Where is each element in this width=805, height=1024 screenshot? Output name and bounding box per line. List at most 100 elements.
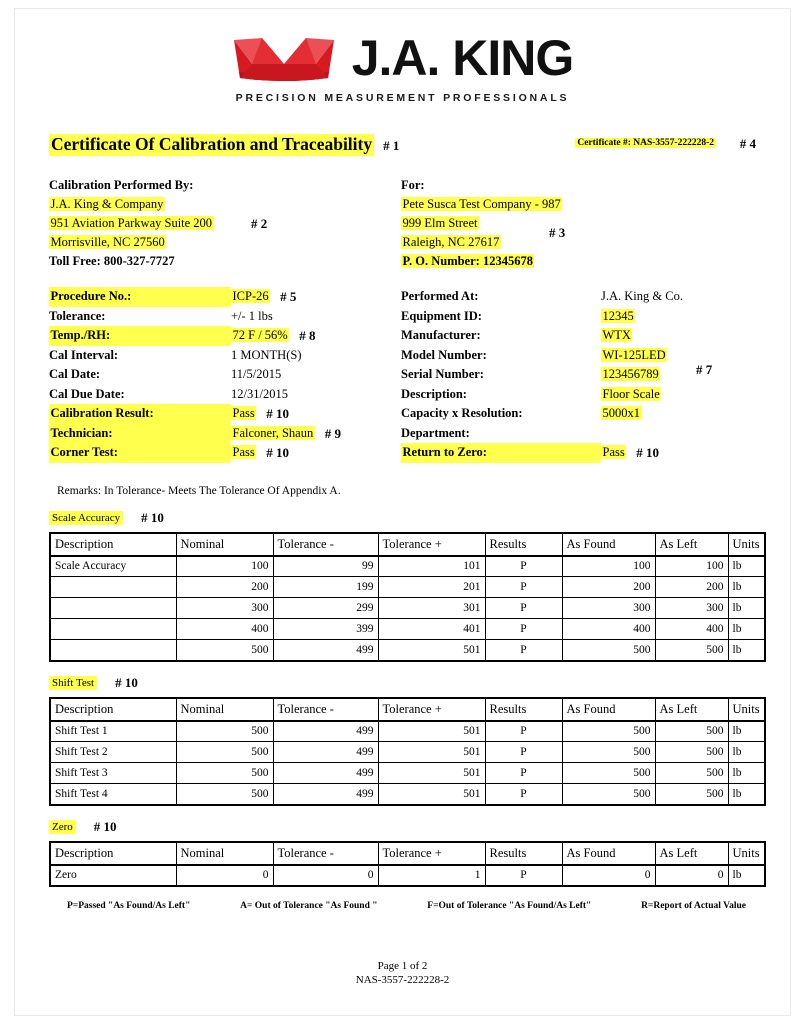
table-cell: P bbox=[484, 618, 563, 640]
column-header: Tolerance - bbox=[272, 532, 379, 557]
results-table: Description Nominal Tolerance - Tolerance +… bbox=[49, 696, 766, 806]
detail-row: Procedure No.: ICP-26 # 5 bbox=[49, 287, 401, 307]
table-cell: 501 bbox=[377, 741, 486, 763]
detail-value: 72 F / 56% bbox=[231, 328, 290, 342]
table-cell bbox=[49, 576, 177, 598]
table-cell: 400 bbox=[175, 618, 274, 640]
detail-label: Corner Test: bbox=[49, 443, 231, 463]
table-cell: lb bbox=[727, 720, 766, 742]
detail-row: Cal Due Date: 12/31/2015 bbox=[49, 385, 401, 405]
column-header: Nominal bbox=[175, 697, 274, 722]
annotation-marker: # 10 bbox=[636, 445, 659, 460]
section-heading: Shift Test # 10 bbox=[49, 675, 756, 691]
table-row: 400 399 401 P 400 400 lb bbox=[49, 618, 766, 640]
table-cell: 501 bbox=[377, 639, 486, 661]
results-legend: P=Passed "As Found/As Left" A= Out of Tol… bbox=[49, 901, 756, 911]
table-cell: 100 bbox=[561, 555, 656, 577]
table-cell: 500 bbox=[175, 741, 274, 763]
table-cell: lb bbox=[727, 762, 766, 784]
detail-label: Manufacturer: bbox=[401, 328, 481, 342]
detail-value: Pass bbox=[231, 406, 257, 420]
table-cell: P bbox=[484, 576, 563, 598]
column-header: Nominal bbox=[175, 841, 274, 866]
detail-value: 1 MONTH(S) bbox=[231, 347, 302, 362]
table-row: Shift Test 4 500 499 501 P 500 500 lb bbox=[49, 783, 766, 805]
detail-label: Temp./RH: bbox=[49, 326, 231, 346]
table-header-row: Description Nominal Tolerance - Tolerance +… bbox=[49, 532, 766, 557]
section-heading: Scale Accuracy # 10 bbox=[49, 510, 756, 526]
column-header: As Left bbox=[654, 841, 729, 866]
table-header-row: Description Nominal Tolerance - Tolerance +… bbox=[49, 841, 766, 866]
column-header: Results bbox=[484, 532, 563, 557]
table-cell: 500 bbox=[175, 783, 274, 805]
crown-icon bbox=[232, 34, 336, 82]
table-cell: lb bbox=[727, 597, 766, 619]
detail-label: Model Number: bbox=[401, 347, 487, 362]
performed-by-street: 951 Aviation Parkway Suite 200 bbox=[49, 216, 214, 230]
column-header: Nominal bbox=[175, 532, 274, 557]
table-cell: lb bbox=[727, 618, 766, 640]
annotation-marker: # 9 bbox=[324, 425, 341, 441]
table-cell: 300 bbox=[175, 597, 274, 619]
detail-row: Capacity x Resolution: 5000x1 bbox=[401, 404, 756, 424]
legend-item: A= Out of Tolerance "As Found " bbox=[240, 900, 378, 911]
annotation-marker-7: # 7 bbox=[696, 362, 713, 377]
performed-by-heading: Calibration Performed By: bbox=[49, 178, 194, 192]
table-cell: 500 bbox=[175, 720, 274, 742]
table-row: Shift Test 2 500 499 501 P 500 500 lb bbox=[49, 741, 766, 763]
column-header: As Left bbox=[654, 532, 729, 557]
table-cell: 299 bbox=[272, 597, 379, 619]
table-cell: 201 bbox=[377, 576, 486, 598]
detail-value: 11/5/2015 bbox=[231, 367, 282, 381]
annotation-marker: # 10 bbox=[266, 445, 289, 460]
detail-value: J.A. King & Co. bbox=[601, 289, 683, 303]
table-cell: lb bbox=[727, 783, 766, 805]
table-cell: 0 bbox=[175, 864, 274, 886]
customer-street: 999 Elm Street bbox=[401, 216, 479, 230]
detail-label: Equipment ID: bbox=[401, 308, 482, 323]
table-cell: 499 bbox=[272, 783, 379, 805]
table-cell: 400 bbox=[654, 618, 729, 640]
column-header: Description bbox=[49, 532, 177, 557]
column-header: Tolerance + bbox=[377, 841, 486, 866]
customer-block: For: Pete Susca Test Company - 987 999 E… bbox=[401, 176, 756, 271]
column-header: Results bbox=[484, 841, 563, 866]
table-cell: 499 bbox=[272, 762, 379, 784]
table-cell: 99 bbox=[272, 555, 379, 577]
table-cell: 500 bbox=[654, 639, 729, 661]
brand-name: J.A. KING bbox=[351, 30, 575, 86]
table-cell: 500 bbox=[654, 741, 729, 763]
table-cell: 500 bbox=[654, 720, 729, 742]
detail-label: Serial Number: bbox=[401, 367, 484, 381]
page-title: Certificate Of Calibration and Traceabil… bbox=[49, 134, 375, 156]
detail-value: Floor Scale bbox=[601, 386, 662, 401]
detail-value: Falconer, Shaun bbox=[231, 425, 315, 440]
detail-row: Equipment ID: 12345 bbox=[401, 307, 756, 327]
performed-by-block: Calibration Performed By: J.A. King & Co… bbox=[49, 176, 401, 271]
table-cell: P bbox=[484, 720, 563, 742]
table-row: Zero 0 0 1 P 0 0 lb bbox=[49, 864, 766, 886]
detail-value: 12/31/2015 bbox=[231, 386, 288, 401]
table-cell: Shift Test 2 bbox=[49, 741, 177, 763]
table-cell: 400 bbox=[561, 618, 656, 640]
detail-value: Pass bbox=[231, 445, 257, 459]
customer-company: Pete Susca Test Company - 987 bbox=[401, 197, 563, 211]
detail-value: +/- 1 lbs bbox=[231, 308, 273, 323]
table-row: 500 499 501 P 500 500 lb bbox=[49, 639, 766, 661]
table-cell: 200 bbox=[175, 576, 274, 598]
annotation-marker: # 10 bbox=[266, 406, 289, 421]
table-cell bbox=[49, 618, 177, 640]
table-cell: 501 bbox=[377, 720, 486, 742]
detail-label: Cal Date: bbox=[49, 367, 101, 381]
table-cell: P bbox=[484, 639, 563, 661]
section-name: Scale Accuracy bbox=[49, 510, 124, 525]
detail-label: Description: bbox=[401, 386, 467, 401]
detail-row: Performed At: J.A. King & Co. bbox=[401, 287, 756, 307]
table-row: Shift Test 1 500 499 501 P 500 500 lb bbox=[49, 720, 766, 742]
detail-label: Technician: bbox=[49, 423, 231, 443]
performed-by-city: Morrisville, NC 27560 bbox=[49, 235, 167, 249]
detail-row: Department: bbox=[401, 424, 756, 444]
table-cell: 501 bbox=[377, 783, 486, 805]
detail-label: Cal Interval: bbox=[49, 347, 119, 362]
results-table: Description Nominal Tolerance - Tolerance +… bbox=[49, 840, 766, 887]
